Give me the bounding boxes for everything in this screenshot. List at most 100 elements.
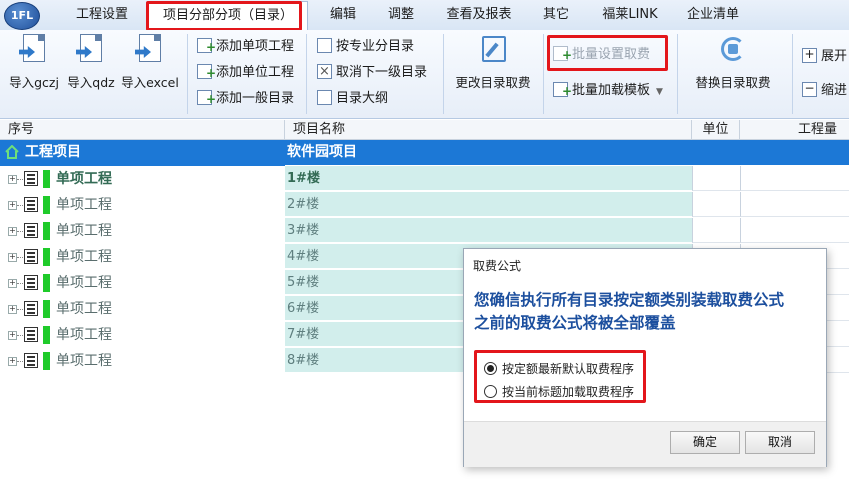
expand-node-icon[interactable]: + xyxy=(8,305,17,314)
cell-unit xyxy=(692,192,740,217)
edit-icon xyxy=(478,34,508,64)
menu-other[interactable]: 其它 xyxy=(530,0,582,30)
cancel-lower-level-button[interactable]: 取消下一级目录 xyxy=(317,61,427,84)
import-qdz-button[interactable]: 导入qdz xyxy=(64,34,118,112)
add-single-project-button[interactable]: 添加单项工程 xyxy=(197,36,294,58)
ok-button[interactable]: 确定 xyxy=(670,431,740,454)
change-dir-fee-button[interactable]: 更改目录取费 xyxy=(448,34,538,112)
collapse-label: 缩进 xyxy=(821,83,848,98)
menu-edit[interactable]: 编辑 xyxy=(318,0,368,30)
cancel-button[interactable]: 取消 xyxy=(745,431,815,454)
node-label: 单项工程 xyxy=(56,301,112,317)
expand-node-icon[interactable]: + xyxy=(8,175,17,184)
status-bar xyxy=(43,300,50,318)
import-gczj-button[interactable]: 导入gczj xyxy=(6,34,62,112)
building-icon xyxy=(24,223,38,238)
tree-connector xyxy=(17,283,23,285)
menu-adjust[interactable]: 调整 xyxy=(374,0,428,30)
cell-index: + 单项工程 xyxy=(0,322,285,348)
ribbon-separator xyxy=(443,34,444,114)
expand-node-icon[interactable]: + xyxy=(8,201,17,210)
tree-connector xyxy=(17,205,23,207)
add-general-dir-button[interactable]: 添加一般目录 xyxy=(197,88,294,110)
cell-index: + 单项工程 xyxy=(0,218,285,244)
cell-project-name: 2#楼 xyxy=(285,192,692,217)
building-icon xyxy=(24,275,38,290)
expand-node-icon[interactable]: + xyxy=(8,279,17,288)
ribbon-toolbar: 导入gczj 导入qdz 导入excel 添加单项工程 添加单位工程 添加一般目… xyxy=(0,30,849,119)
option-latest-default-radio[interactable]: 按定额最新默认取费程序 xyxy=(484,359,634,379)
cell-index: + 单项工程 xyxy=(0,348,285,374)
add-icon xyxy=(197,36,216,58)
collapse-button[interactable]: − 缩进 xyxy=(802,80,847,102)
import-file-icon xyxy=(76,34,106,64)
node-label: 单项工程 xyxy=(56,249,112,265)
status-bar xyxy=(43,326,50,344)
collapse-icon: − xyxy=(802,82,817,97)
building-icon xyxy=(24,249,38,264)
building-icon xyxy=(24,327,38,342)
menu-enterprise-list[interactable]: 企业清单 xyxy=(678,0,748,30)
header-quantity[interactable]: 工程量 xyxy=(740,120,849,139)
header-unit[interactable]: 单位 xyxy=(692,120,740,139)
building-icon xyxy=(24,353,38,368)
batch-load-template-button[interactable]: 批量加载模板 ▼ xyxy=(553,80,663,102)
app-logo: 1FL xyxy=(4,2,40,30)
tree-connector xyxy=(17,361,23,363)
expand-button[interactable]: + 展开 xyxy=(802,46,847,68)
tree-connector xyxy=(17,335,23,337)
table-row[interactable]: + 单项工程 1#楼 xyxy=(0,166,849,192)
option1-label: 按定额最新默认取费程序 xyxy=(502,362,635,376)
cell-quantity xyxy=(740,140,849,165)
option-current-title-radio[interactable]: 按当前标题加载取费程序 xyxy=(484,382,634,402)
replace-dir-fee-button[interactable]: 替换目录取费 xyxy=(686,34,780,112)
batch-set-fee-button[interactable]: 批量设置取费 xyxy=(553,44,650,66)
expand-node-icon[interactable]: + xyxy=(8,357,17,366)
add-unit-project-label: 添加单位工程 xyxy=(216,65,295,80)
add-icon xyxy=(553,80,572,102)
status-bar xyxy=(43,222,50,240)
add-general-dir-label: 添加一般目录 xyxy=(216,91,295,106)
menu-bar: 1FL 工程设置 项目分部分项（目录） 编辑 调整 查看及报表 其它 福莱LIN… xyxy=(0,0,849,31)
tree-connector xyxy=(17,309,23,311)
expand-node-icon[interactable]: + xyxy=(8,253,17,262)
radio-unselected-icon xyxy=(484,385,497,398)
header-project-name[interactable]: 项目名称 xyxy=(285,120,692,139)
add-icon xyxy=(197,62,216,84)
menu-project-directory[interactable]: 项目分部分项（目录） xyxy=(148,1,308,31)
table-row[interactable]: + 单项工程 2#楼 xyxy=(0,192,849,218)
expand-icon: + xyxy=(802,48,817,63)
cell-unit xyxy=(692,218,740,243)
replace-dir-fee-label: 替换目录取费 xyxy=(695,75,771,90)
node-label: 单项工程 xyxy=(56,197,112,213)
table-header: 序号 项目名称 单位 工程量 xyxy=(0,120,849,140)
expand-node-icon[interactable]: + xyxy=(8,227,17,236)
import-file-icon xyxy=(135,34,165,64)
dir-outline-label: 目录大纲 xyxy=(336,91,389,106)
status-bar xyxy=(43,274,50,292)
cell-index: + 单项工程 xyxy=(0,244,285,270)
change-dir-fee-label: 更改目录取费 xyxy=(455,75,531,90)
dir-outline-button[interactable]: 目录大纲 xyxy=(317,88,388,110)
building-icon xyxy=(24,301,38,316)
header-index[interactable]: 序号 xyxy=(0,120,285,139)
cell-unit xyxy=(692,166,740,191)
menu-project-settings[interactable]: 工程设置 xyxy=(62,0,142,30)
option2-label: 按当前标题加载取费程序 xyxy=(502,385,635,399)
status-bar xyxy=(43,170,50,188)
batch-load-template-label: 批量加载模板 xyxy=(572,83,651,98)
add-unit-project-button[interactable]: 添加单位工程 xyxy=(197,62,294,84)
expand-node-icon[interactable]: + xyxy=(8,331,17,340)
table-row-root[interactable]: 工程项目 软件园项目 xyxy=(0,140,849,166)
cell-project-name: 1#楼 xyxy=(285,166,692,191)
table-row[interactable]: + 单项工程 3#楼 xyxy=(0,218,849,244)
status-bar xyxy=(43,248,50,266)
menu-fulai-link[interactable]: 福莱LINK xyxy=(590,0,670,30)
import-excel-button[interactable]: 导入excel xyxy=(120,34,180,112)
by-specialty-button[interactable]: 按专业分目录 xyxy=(317,36,414,58)
dialog-footer: 确定 取消 xyxy=(464,421,826,467)
menu-view-reports[interactable]: 查看及报表 xyxy=(436,0,522,30)
building-icon xyxy=(24,171,38,186)
node-label: 单项工程 xyxy=(56,223,112,239)
node-label: 单项工程 xyxy=(56,275,112,291)
